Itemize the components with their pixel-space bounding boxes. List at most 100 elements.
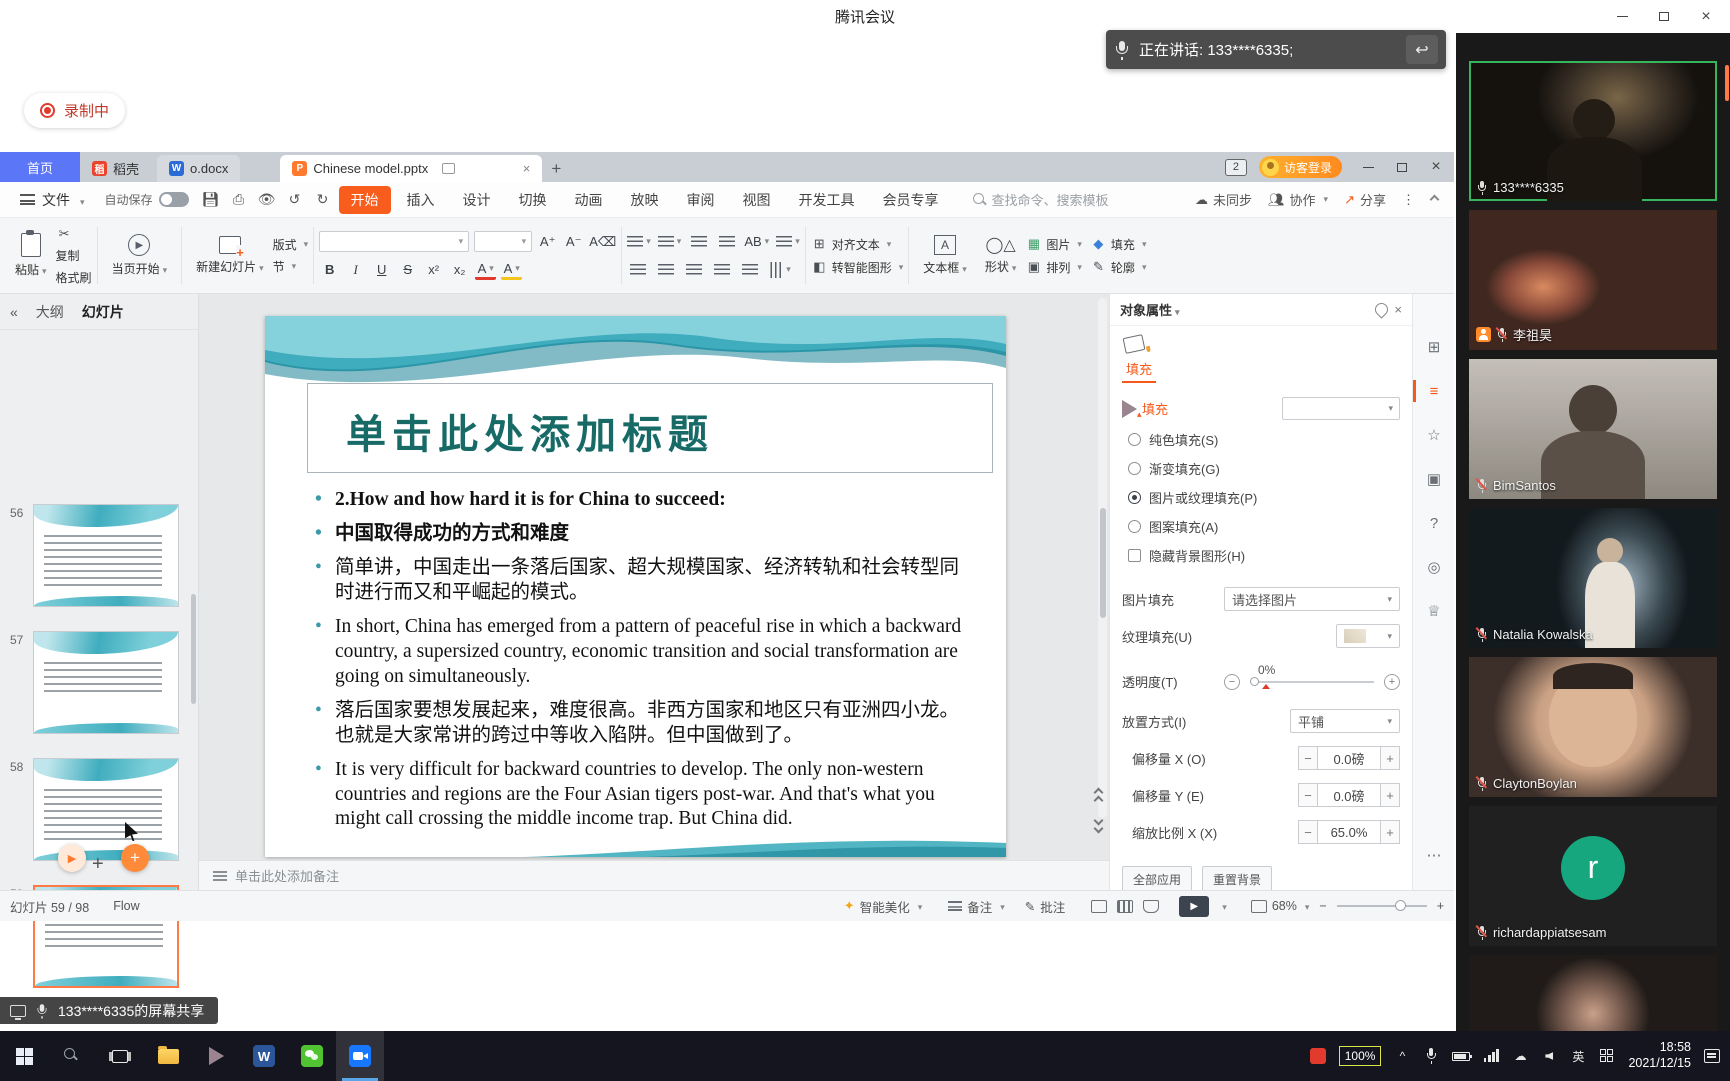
align-text-button[interactable]: ⊞对齐文本 [811, 236, 904, 253]
previous-slide-button[interactable] [1087, 784, 1109, 808]
tab-document-pptx-active[interactable]: P Chinese model.pptx × [280, 155, 542, 182]
tab-docer[interactable]: 稻稻壳 [80, 155, 151, 182]
panel-more-icon[interactable]: ⋯ [1413, 840, 1455, 870]
subscript-button[interactable]: x₂ [449, 259, 470, 280]
participant-tile[interactable]: BimSantos [1469, 359, 1717, 499]
copy-button[interactable]: 复制 [56, 247, 92, 264]
paste-button[interactable]: 粘贴 [6, 223, 56, 288]
menu-tab-view[interactable]: 视图 [731, 186, 783, 214]
shapes-button[interactable]: ◯△形状 [976, 223, 1026, 288]
start-button[interactable] [0, 1031, 48, 1081]
next-slide-button[interactable] [1087, 812, 1109, 836]
decrease-font-icon[interactable]: A⁻ [563, 231, 584, 252]
close-tab-icon[interactable]: × [523, 161, 531, 176]
tray-app-icon[interactable] [1310, 1046, 1326, 1066]
reading-view-button[interactable] [1143, 900, 1159, 913]
tray-mic-icon[interactable] [1423, 1046, 1439, 1066]
menu-tab-transition[interactable]: 切换 [507, 186, 559, 214]
textbox-button[interactable]: A文本框 [914, 223, 976, 288]
offset-x-value[interactable]: 0.0磅 [1318, 746, 1380, 770]
notes-bar[interactable]: 单击此处添加备注 [199, 860, 1109, 890]
participant-tile[interactable]: 李祖昊 [1469, 210, 1717, 350]
editor-scrollbar[interactable] [1098, 298, 1107, 818]
apply-all-button[interactable]: 全部应用 [1122, 866, 1192, 893]
scale-x-value[interactable]: 65.0% [1318, 820, 1380, 844]
arrange-button[interactable]: ▣排列 [1025, 259, 1082, 276]
file-explorer-button[interactable] [144, 1031, 192, 1081]
slide-canvas[interactable]: 单击此处添加标题 2.How and how hard it is for Ch… [265, 316, 1006, 857]
play-from-current-button[interactable]: ▶当页开始 [103, 223, 177, 288]
task-view-button[interactable] [96, 1031, 144, 1081]
align-center-icon[interactable] [655, 259, 676, 280]
panel-member-icon[interactable]: ♕ [1413, 596, 1455, 626]
panel-layers-icon[interactable]: ▣ [1413, 464, 1455, 494]
language-indicator[interactable]: 英 [1570, 1046, 1586, 1066]
stepper-plus[interactable]: + [1380, 820, 1400, 844]
menu-tab-insert[interactable]: 插入 [395, 186, 447, 214]
battery-icon[interactable] [1452, 1046, 1470, 1066]
placement-dropdown[interactable]: 平铺 [1290, 709, 1400, 733]
increase-indent-icon[interactable] [716, 231, 737, 252]
minimize-button[interactable] [1614, 9, 1630, 25]
fit-zoom-button[interactable]: 68% [1251, 899, 1310, 913]
ime-grid-icon[interactable] [1599, 1046, 1615, 1066]
battery-percentage[interactable]: 100% [1339, 1046, 1382, 1066]
panel-help-icon[interactable]: ? [1413, 508, 1455, 538]
to-smart-graphic-button[interactable]: ◧转智能图形 [811, 259, 904, 276]
participant-tile[interactable]: MeoW [1469, 955, 1717, 1031]
text-direction-icon[interactable]: AB [744, 231, 769, 252]
slider-thumb[interactable] [1250, 677, 1259, 686]
highlight-color-button[interactable]: A [501, 259, 522, 280]
collapse-panel-icon[interactable]: « [10, 304, 18, 320]
command-search-input[interactable]: 查找命令、搜索模板 [973, 190, 1109, 209]
slideshow-play-button[interactable]: ▶ [1179, 896, 1209, 917]
numbered-list-icon[interactable] [658, 231, 682, 252]
panel-locate-icon[interactable]: ◎ [1413, 552, 1455, 582]
zoom-slider[interactable] [1337, 905, 1427, 907]
menu-tab-member[interactable]: 会员专享 [871, 186, 951, 214]
media-app-button[interactable] [192, 1031, 240, 1081]
popout-tab-icon[interactable] [442, 163, 455, 174]
option-picture-fill[interactable]: 图片或纹理填充(P) [1128, 488, 1412, 507]
sorter-view-button[interactable] [1117, 900, 1133, 913]
quick-add-slide-button[interactable]: + [121, 844, 149, 872]
option-solid-fill[interactable]: 纯色填充(S) [1128, 430, 1412, 449]
panel-share-icon[interactable]: ⊞ [1413, 332, 1455, 362]
align-left-icon[interactable] [627, 259, 648, 280]
wps-close-button[interactable]: × [1428, 159, 1444, 175]
smart-beautify-button[interactable]: ✦智能美化 [844, 897, 922, 916]
transparency-slider[interactable]: 0% [1250, 681, 1374, 683]
notification-center-icon[interactable] [1704, 1046, 1720, 1066]
line-spacing-icon[interactable] [776, 231, 800, 252]
format-painter-button[interactable]: 格式刷 [56, 269, 92, 286]
thumbnail-scrollbar[interactable] [191, 594, 196, 704]
font-color-button[interactable]: A [475, 259, 496, 280]
transparency-plus-button[interactable]: + [1384, 674, 1400, 690]
font-size-select[interactable] [474, 231, 532, 252]
volume-icon[interactable] [1541, 1046, 1557, 1066]
superscript-button[interactable]: x² [423, 259, 444, 280]
transparency-minus-button[interactable]: − [1224, 674, 1240, 690]
columns-icon[interactable] [767, 259, 791, 280]
underline-button[interactable]: U [371, 259, 392, 280]
cloud-tray-icon[interactable]: ☁ [1512, 1046, 1528, 1066]
pin-panel-icon[interactable] [1373, 300, 1391, 318]
add-slide-button[interactable]: + [92, 853, 104, 876]
participant-tile[interactable]: r richardappiatsesam [1469, 806, 1717, 946]
redo-icon[interactable]: ↻ [311, 189, 335, 211]
stepper-minus[interactable]: − [1298, 820, 1318, 844]
distribute-icon[interactable] [739, 259, 760, 280]
collaborate-button[interactable]: 👥︎协作 [1268, 190, 1328, 209]
strikethrough-button[interactable]: S [397, 259, 418, 280]
wps-restore-button[interactable] [1394, 159, 1410, 175]
texture-fill-dropdown[interactable] [1336, 624, 1400, 648]
collapse-ribbon-icon[interactable] [1431, 196, 1438, 203]
align-right-icon[interactable] [683, 259, 704, 280]
wps-minimize-button[interactable] [1360, 159, 1376, 175]
picture-button[interactable]: ▦图片 [1025, 236, 1082, 253]
option-hide-background[interactable]: 隐藏背景图形(H) [1128, 546, 1412, 565]
tab-document-docx[interactable]: Wo.docx [157, 155, 240, 182]
fill-preview-dropdown[interactable] [1282, 397, 1400, 420]
login-button[interactable]: 访客登录 [1259, 156, 1342, 178]
properties-title[interactable]: 对象属性 [1120, 300, 1180, 319]
